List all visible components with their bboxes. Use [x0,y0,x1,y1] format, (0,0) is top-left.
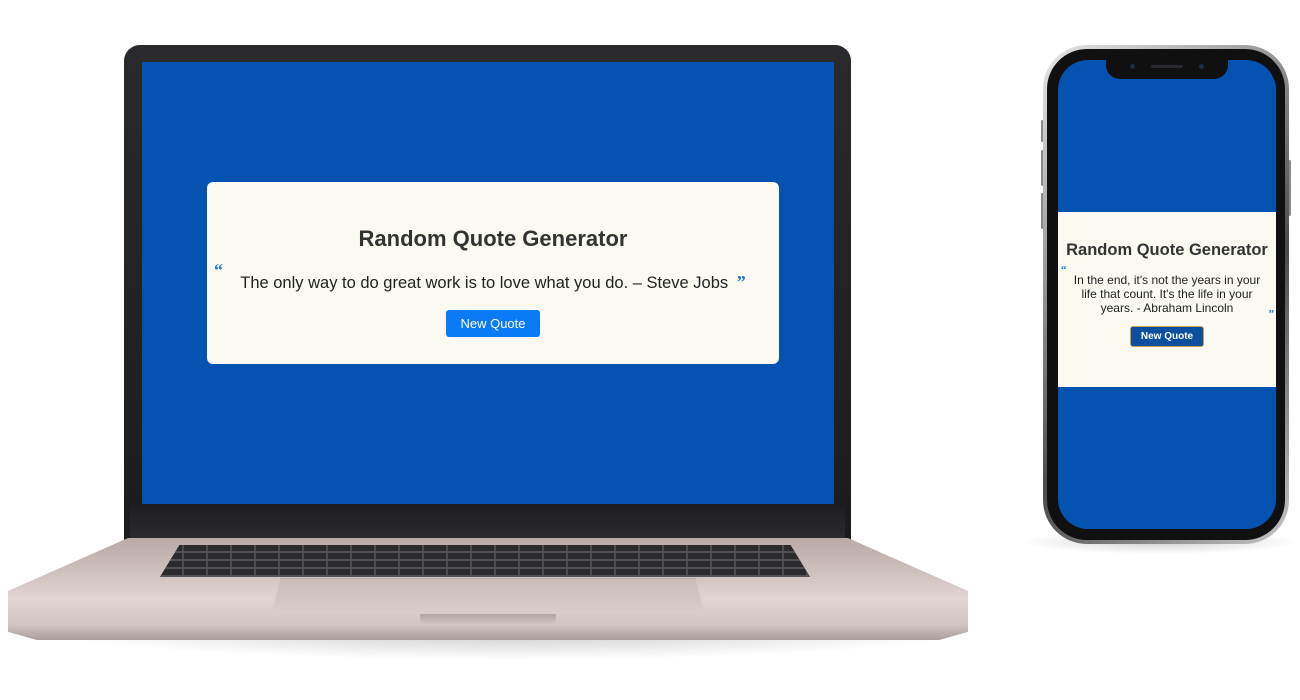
close-quote-icon: ” [736,272,746,292]
app-title: Random Quote Generator [1066,241,1268,259]
new-quote-button[interactable]: New Quote [446,310,540,337]
phone-screen: Random Quote Generator “ In the end, it'… [1058,60,1276,529]
open-quote-icon: “ [214,260,223,280]
phone-notch [1106,60,1228,79]
quote-card: Random Quote Generator “ The only way to… [207,182,779,364]
laptop-bezel [130,504,845,540]
laptop-keyboard [160,545,810,577]
laptop-trackpad [272,578,704,613]
close-quote-icon: ” [1268,308,1275,320]
sensor-icon [1199,64,1204,69]
quote-text: The only way to do great work is to love… [240,274,729,292]
open-quote-icon: “ [1061,264,1067,276]
new-quote-button[interactable]: New Quote [1129,326,1205,347]
app-title: Random Quote Generator [358,226,628,251]
phone-speaker [1151,65,1183,68]
laptop-screen: Random Quote Generator “ The only way to… [142,62,834,504]
quote-card: Random Quote Generator “ In the end, it'… [1058,212,1276,387]
quote-row: “ The only way to do great work is to lo… [207,260,779,293]
device-mockup-stage: Random Quote Generator “ The only way to… [0,0,1300,700]
laptop-lid-notch [420,614,556,624]
quote-text: In the end, it's not the years in your l… [1073,273,1261,315]
quote-row: “ In the end, it's not the years in your… [1058,264,1276,320]
front-camera-icon [1130,64,1135,69]
